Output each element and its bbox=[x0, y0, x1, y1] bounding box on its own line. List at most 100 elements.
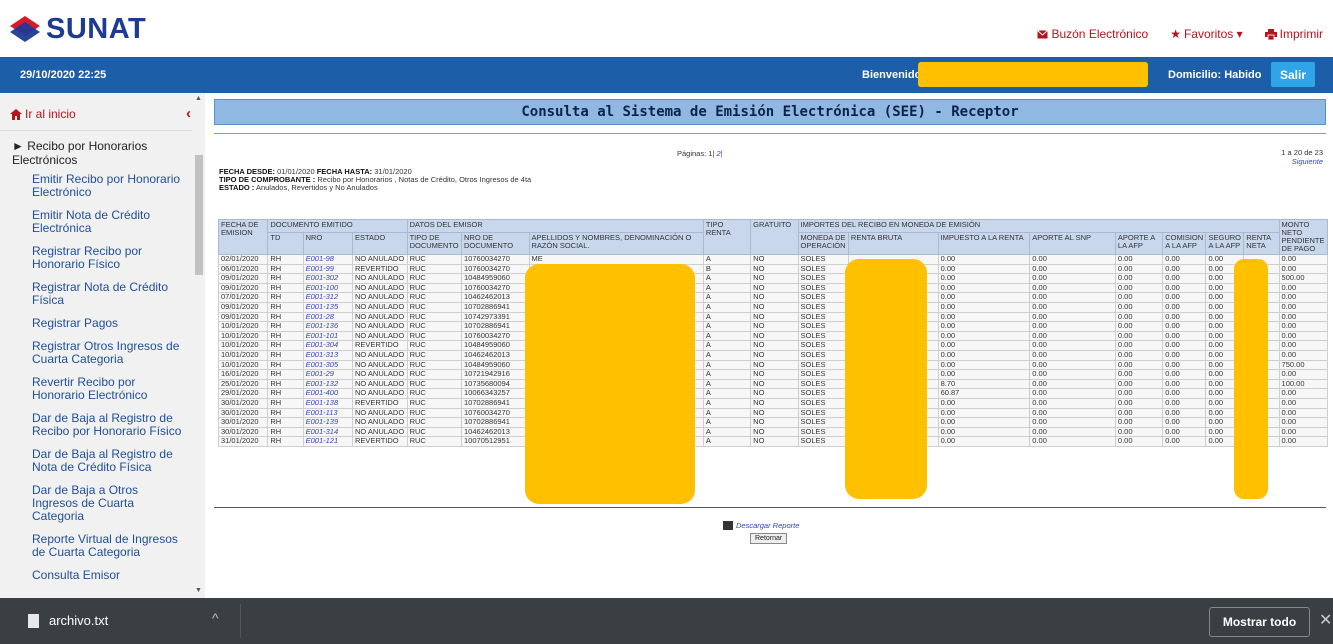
table-cell: RH bbox=[267, 321, 304, 332]
page-2-link[interactable]: 2| bbox=[716, 149, 722, 158]
table-cell: 0.00 bbox=[1114, 349, 1164, 361]
scroll-down-icon[interactable]: ▼ bbox=[195, 587, 202, 594]
table-cell: 0.00 bbox=[1029, 436, 1116, 447]
table-cell: 31/01/2020 bbox=[217, 436, 269, 447]
table-cell: 0.00 bbox=[1162, 388, 1207, 399]
table-cell: RH bbox=[267, 369, 304, 380]
range-label: 1 a 20 de 23 bbox=[1281, 148, 1323, 157]
document-link[interactable]: E001-121 bbox=[302, 436, 353, 447]
download-bar-divider bbox=[240, 604, 241, 638]
document-link[interactable]: E001-29 bbox=[302, 369, 353, 380]
document-link[interactable]: E001-304 bbox=[302, 340, 353, 351]
table-cell: A bbox=[702, 301, 752, 313]
table-cell: SOLES bbox=[797, 321, 849, 332]
sidebar-item-registrar-nota-fisica[interactable]: Registrar Nota de Crédito Física bbox=[0, 281, 192, 307]
file-icon bbox=[28, 613, 39, 628]
table-cell: A bbox=[702, 340, 752, 351]
table-cell: A bbox=[702, 321, 752, 332]
table-cell: NO bbox=[750, 417, 799, 428]
results-table: FECHA DE EMISION DOCUMENTO EMITIDO DATOS… bbox=[217, 219, 1329, 447]
document-link[interactable]: E001-98 bbox=[302, 254, 353, 265]
next-page-link[interactable]: Siguiente bbox=[1281, 157, 1323, 166]
redacted-renta-bruta-column bbox=[845, 259, 927, 499]
table-cell: 0.00 bbox=[1162, 369, 1207, 380]
logout-button[interactable]: Salir bbox=[1271, 62, 1315, 87]
table-bottom-divider bbox=[214, 507, 1326, 508]
favoritos-dropdown[interactable]: ★ Favoritos ▾ bbox=[1170, 27, 1242, 41]
document-link[interactable]: E001-138 bbox=[302, 397, 353, 409]
chevron-up-icon[interactable]: ^ bbox=[212, 610, 219, 626]
table-cell: SOLES bbox=[797, 301, 849, 313]
downloaded-file[interactable]: archivo.txt bbox=[28, 613, 108, 628]
document-link[interactable]: E001-302 bbox=[302, 273, 353, 284]
table-cell: 0.00 bbox=[937, 254, 1031, 265]
menu-parent-recibo-honorarios[interactable]: ► Recibo por Honorarios Electrónicos bbox=[0, 139, 192, 167]
collapse-sidebar-icon[interactable]: ‹ bbox=[186, 105, 191, 122]
main-content: Consulta al Sistema de Emisión Electróni… bbox=[205, 93, 1333, 598]
document-link[interactable]: E001-135 bbox=[302, 301, 353, 313]
sidebar-scrollbar[interactable]: ▲ ▼ bbox=[193, 93, 205, 598]
estado-value: Anulados, Revertidos y No Anulados bbox=[255, 183, 378, 192]
table-cell: RUC bbox=[406, 397, 463, 409]
sunat-logo[interactable]: SUNAT bbox=[6, 12, 146, 46]
table-cell: 0.00 bbox=[1162, 436, 1207, 447]
sidebar-item-reporte-virtual[interactable]: Reporte Virtual de Ingresos de Cuarta Ca… bbox=[0, 533, 192, 559]
sidebar-item-baja-otros-ingresos[interactable]: Dar de Baja a Otros Ingresos de Cuarta C… bbox=[0, 484, 192, 523]
table-cell: 10702886941 bbox=[461, 397, 530, 409]
table-cell: 0.00 bbox=[1114, 301, 1164, 313]
sidebar-item-emitir-recibo[interactable]: Emitir Recibo por Honorario Electrónico bbox=[0, 173, 192, 199]
table-cell: NO bbox=[750, 369, 799, 380]
scrollbar-thumb[interactable] bbox=[195, 155, 203, 275]
sidebar-item-registrar-recibo-fisico[interactable]: Registrar Recibo por Honorario Físico bbox=[0, 245, 192, 271]
table-cell: 0.00 bbox=[1278, 369, 1329, 380]
document-link[interactable]: E001-313 bbox=[302, 349, 353, 361]
sidebar-item-registrar-pagos[interactable]: Registrar Pagos bbox=[0, 317, 192, 330]
close-icon[interactable]: ✕ bbox=[1319, 610, 1332, 630]
top-header: SUNAT Buzón Electrónico ★ Favoritos ▾ Im… bbox=[0, 0, 1333, 58]
col-aporte-snp: APORTE AL SNP bbox=[1029, 231, 1116, 256]
sidebar-item-emitir-nota-credito[interactable]: Emitir Nota de Crédito Electrónica bbox=[0, 209, 192, 235]
table-cell: A bbox=[702, 397, 752, 409]
table-row: 16/01/2020 RH E001-29 NO ANULADO RUC 10721942… bbox=[217, 369, 1329, 380]
retornar-button[interactable]: Retornar bbox=[750, 533, 788, 544]
imprimir-link[interactable]: Imprimir bbox=[1264, 27, 1323, 41]
table-cell: RH bbox=[267, 340, 304, 351]
table-cell: RH bbox=[267, 349, 304, 361]
document-link[interactable]: E001-139 bbox=[302, 417, 353, 428]
scroll-up-icon[interactable]: ▲ bbox=[195, 95, 202, 102]
table-cell: 0.00 bbox=[937, 417, 1031, 428]
sidebar-item-baja-recibo-fisico[interactable]: Dar de Baja al Registro de Recibo por Ho… bbox=[0, 412, 192, 438]
top-links: Buzón Electrónico ★ Favoritos ▾ Imprimir bbox=[1037, 27, 1323, 41]
sidebar-item-baja-nota-credito[interactable]: Dar de Baja al Registro de Nota de Crédi… bbox=[0, 448, 192, 474]
table-cell: 0.00 bbox=[1029, 349, 1116, 361]
show-all-button[interactable]: Mostrar todo bbox=[1209, 607, 1310, 637]
table-cell: 0.00 bbox=[937, 273, 1031, 284]
table-cell: 0.00 bbox=[1114, 397, 1164, 409]
buzon-link[interactable]: Buzón Electrónico bbox=[1037, 27, 1148, 41]
table-cell: 0.00 bbox=[937, 349, 1031, 361]
table-cell: 0.00 bbox=[1278, 388, 1329, 399]
table-row: 09/01/2020 RH E001-302 NO ANULADO RUC 1048495… bbox=[217, 273, 1329, 284]
table-cell: 0.00 bbox=[1114, 369, 1164, 380]
redacted-user-name bbox=[918, 62, 1148, 87]
domicilio-status: Domicilio: Habido bbox=[1168, 69, 1262, 81]
group-emisor: DATOS DEL EMISOR bbox=[406, 219, 704, 233]
welcome-label: Bienvenido, bbox=[862, 69, 925, 81]
home-link[interactable]: Ir al inicio bbox=[10, 107, 76, 121]
document-link[interactable]: E001-400 bbox=[302, 388, 353, 399]
table-cell: 0.00 bbox=[1114, 417, 1164, 428]
download-report-link[interactable]: Descargar Reporte bbox=[723, 521, 799, 530]
table-cell: 0.00 bbox=[1162, 273, 1207, 284]
sunat-logo-mark-icon bbox=[10, 16, 40, 42]
sidebar-item-registrar-otros-ingresos[interactable]: Registrar Otros Ingresos de Cuarta Categ… bbox=[0, 340, 192, 366]
buzon-label: Buzón Electrónico bbox=[1051, 27, 1149, 41]
sidebar-item-revertir-recibo[interactable]: Revertir Recibo por Honorario Electrónic… bbox=[0, 376, 192, 402]
table-cell: RH bbox=[267, 397, 304, 409]
document-link[interactable]: E001-136 bbox=[302, 321, 353, 332]
sidebar-item-consulta-emisor[interactable]: Consulta Emisor bbox=[0, 569, 192, 582]
table-cell: 10462462013 bbox=[461, 349, 530, 361]
table-cell: 500.00 bbox=[1278, 273, 1329, 284]
page-title: Consulta al Sistema de Emisión Electróni… bbox=[521, 104, 1019, 120]
col-comision-afp: COMISION A LA AFP bbox=[1162, 231, 1207, 256]
table-cell: SOLES bbox=[797, 369, 849, 380]
